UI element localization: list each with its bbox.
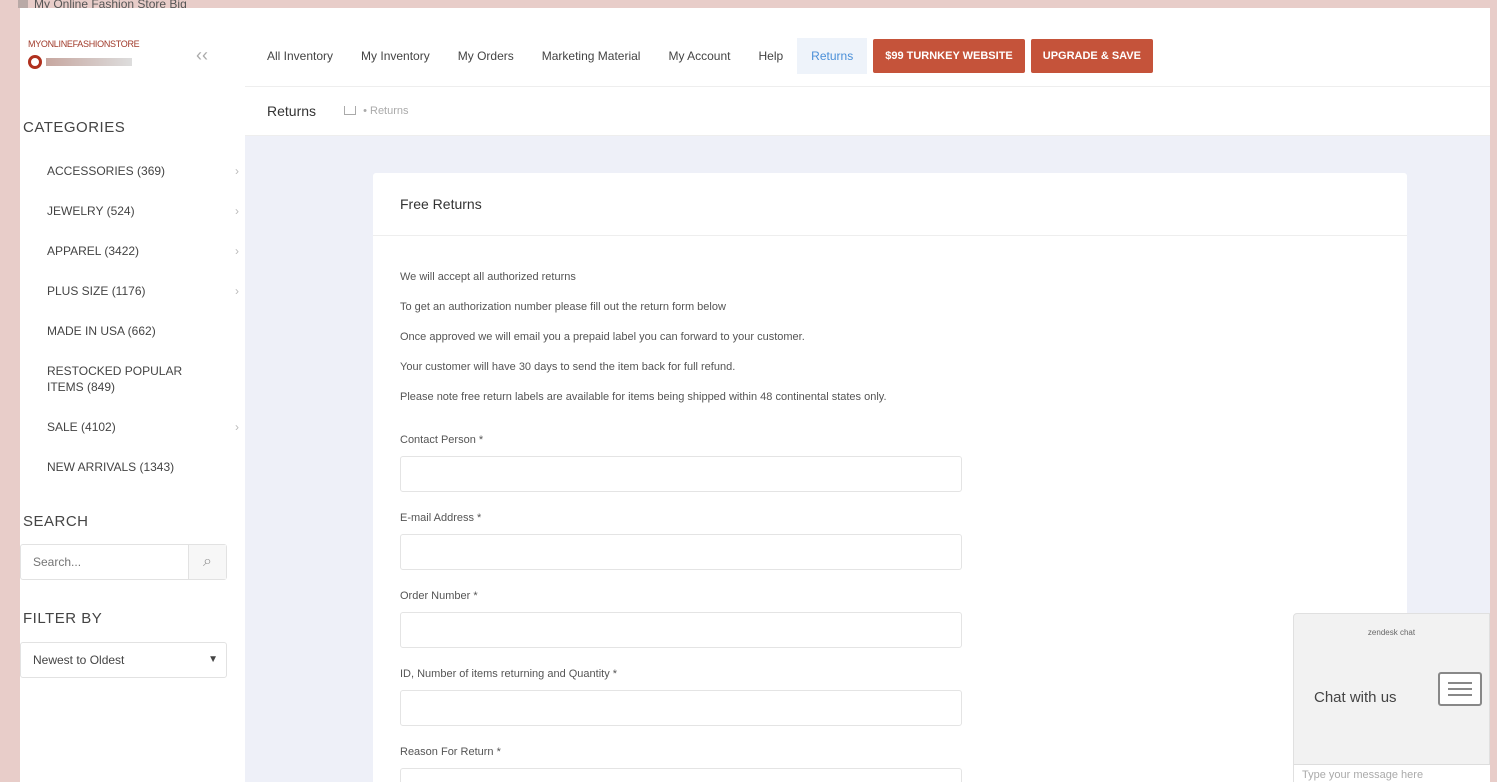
category-item[interactable]: JEWELRY (524) › bbox=[20, 191, 245, 231]
search-button[interactable]: ⌕ bbox=[188, 545, 226, 579]
category-label: JEWELRY (524) bbox=[47, 204, 135, 218]
category-item[interactable]: RESTOCKED POPULAR ITEMS (849) bbox=[20, 351, 245, 407]
items-quantity-input[interactable] bbox=[400, 690, 962, 726]
chat-bubble-icon[interactable] bbox=[1438, 672, 1482, 706]
info-text: To get an authorization number please fi… bbox=[400, 301, 726, 313]
chat-brand: zendesk chat bbox=[1367, 628, 1416, 637]
store-logo[interactable]: MYONLINEFASHIONSTORE bbox=[28, 39, 178, 81]
search-title: SEARCH bbox=[23, 513, 89, 530]
card-title: Free Returns bbox=[373, 173, 1407, 236]
returns-card: Free Returns We will accept all authoriz… bbox=[373, 173, 1407, 782]
home-icon[interactable] bbox=[344, 106, 357, 115]
info-text: Please note free return labels are avail… bbox=[400, 391, 887, 403]
chevron-right-icon: › bbox=[235, 284, 239, 298]
category-label: SALE (4102) bbox=[47, 420, 116, 434]
nav-returns[interactable]: Returns bbox=[797, 37, 868, 74]
chevron-right-icon: › bbox=[235, 244, 239, 258]
chat-message-input[interactable]: Type your message here bbox=[1294, 764, 1490, 782]
category-item[interactable]: NEW ARRIVALS (1343) bbox=[20, 447, 245, 487]
nav-help[interactable]: Help bbox=[744, 38, 797, 74]
info-text: Your customer will have 30 days to send … bbox=[400, 361, 736, 373]
logo-wordmark bbox=[46, 58, 132, 66]
nav-marketing-material[interactable]: Marketing Material bbox=[528, 38, 655, 74]
breadcrumb: • Returns bbox=[344, 105, 409, 117]
info-text: Once approved we will email you a prepai… bbox=[400, 331, 805, 343]
category-label: RESTOCKED POPULAR ITEMS (849) bbox=[47, 364, 183, 394]
category-list: ACCESSORIES (369) › JEWELRY (524) › APPARE… bbox=[20, 151, 245, 487]
chat-widget[interactable]: zendesk chat Chat with us Type your mess… bbox=[1293, 613, 1490, 782]
category-item[interactable]: MADE IN USA (662) bbox=[20, 311, 245, 351]
nav-my-orders[interactable]: My Orders bbox=[444, 38, 528, 74]
category-item[interactable]: SALE (4102) › bbox=[20, 407, 245, 447]
email-field[interactable] bbox=[400, 534, 962, 570]
category-label: ACCESSORIES (369) bbox=[47, 164, 166, 178]
reason-input[interactable] bbox=[400, 768, 962, 782]
info-text: We will accept all authorized returns bbox=[400, 271, 576, 283]
nav-my-inventory[interactable]: My Inventory bbox=[347, 38, 444, 74]
category-label: APPAREL (3422) bbox=[47, 244, 140, 258]
search-box: ⌕ bbox=[20, 544, 227, 580]
top-nav: All Inventory My Inventory My Orders Mar… bbox=[245, 25, 1490, 87]
order-number-input[interactable] bbox=[400, 612, 962, 648]
chevron-down-icon: ▼ bbox=[208, 654, 218, 665]
turnkey-website-button[interactable]: $99 TURNKEY WEBSITE bbox=[873, 38, 1025, 73]
window-icon bbox=[18, 0, 28, 8]
collapse-sidebar-icon[interactable]: ‹‹ bbox=[196, 45, 208, 66]
chevron-right-icon: › bbox=[235, 420, 239, 434]
logo-graphic bbox=[28, 55, 178, 69]
chevron-right-icon: › bbox=[235, 204, 239, 218]
categories-title: CATEGORIES bbox=[23, 119, 126, 136]
category-label: PLUS SIZE (1176) bbox=[47, 284, 146, 298]
logo-mark-icon bbox=[28, 55, 42, 69]
page-title: Returns bbox=[267, 103, 317, 119]
filter-title: FILTER BY bbox=[23, 610, 103, 627]
search-icon: ⌕ bbox=[203, 553, 212, 570]
order-number-label: Order Number * bbox=[400, 590, 478, 602]
nav-my-account[interactable]: My Account bbox=[654, 38, 744, 74]
logo-text: MYONLINEFASHIONSTORE bbox=[28, 39, 140, 49]
page-header: Returns • Returns bbox=[245, 87, 1490, 136]
contact-person-input[interactable] bbox=[400, 456, 962, 492]
category-item[interactable]: PLUS SIZE (1176) › bbox=[20, 271, 245, 311]
card-body: We will accept all authorized returns To… bbox=[373, 236, 1407, 782]
nav-all-inventory[interactable]: All Inventory bbox=[253, 38, 347, 74]
sort-select[interactable]: Newest to Oldest ▼ bbox=[20, 642, 227, 678]
chevron-right-icon: › bbox=[235, 164, 239, 178]
app: MYONLINEFASHIONSTORE ‹‹ CATEGORIES ACCES… bbox=[20, 8, 1490, 782]
sidebar: MYONLINEFASHIONSTORE ‹‹ CATEGORIES ACCES… bbox=[20, 25, 245, 782]
breadcrumb-current: Returns bbox=[370, 105, 409, 117]
items-quantity-label: ID, Number of items returning and Quanti… bbox=[400, 668, 618, 680]
category-item[interactable]: ACCESSORIES (369) › bbox=[20, 151, 245, 191]
category-label: MADE IN USA (662) bbox=[47, 324, 156, 338]
contact-person-label: Contact Person * bbox=[400, 434, 484, 446]
upgrade-save-button[interactable]: UPGRADE & SAVE bbox=[1030, 38, 1153, 73]
category-item[interactable]: APPAREL (3422) › bbox=[20, 231, 245, 271]
email-label: E-mail Address * bbox=[400, 512, 482, 524]
reason-label: Reason For Return * bbox=[400, 746, 501, 758]
category-label: NEW ARRIVALS (1343) bbox=[47, 460, 175, 474]
chat-label: Chat with us bbox=[1314, 689, 1397, 706]
search-input[interactable] bbox=[21, 545, 188, 579]
sort-select-value: Newest to Oldest bbox=[33, 653, 125, 667]
